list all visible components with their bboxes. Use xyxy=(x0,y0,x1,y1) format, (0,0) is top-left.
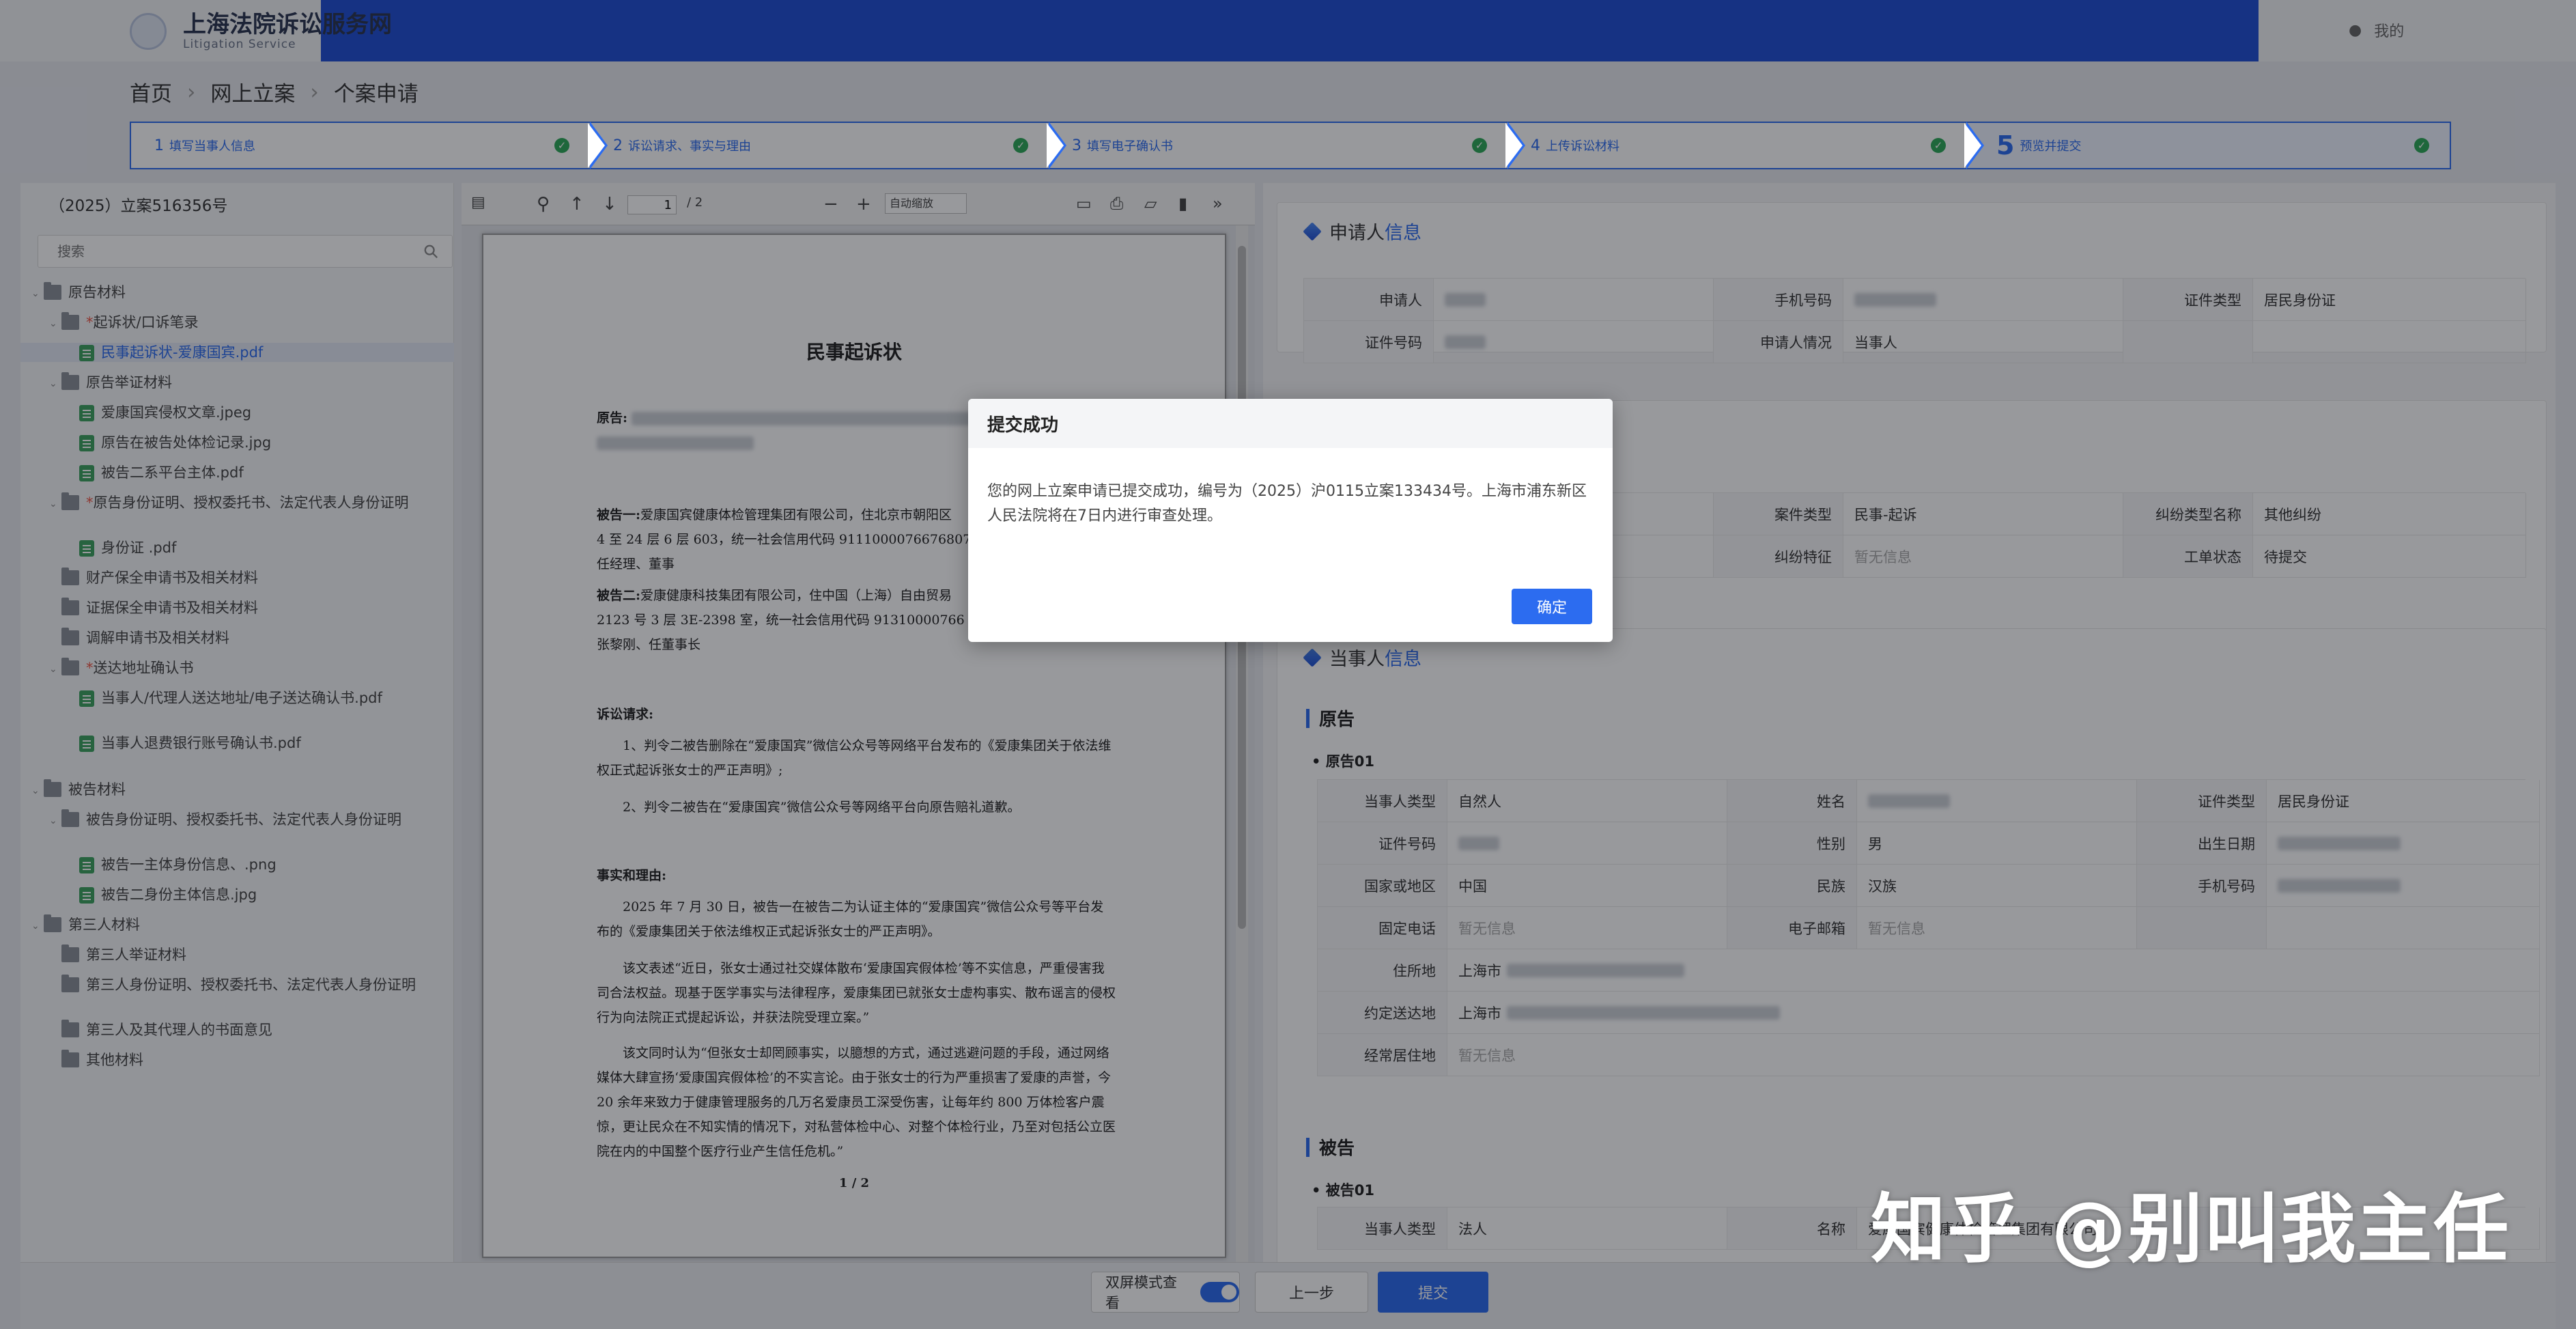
dialog-title: 提交成功 xyxy=(968,399,1613,448)
watermark: 知乎 @别叫我主任 xyxy=(1871,1186,2510,1273)
step-arrow-icon xyxy=(1047,122,1066,169)
confirm-button[interactable]: 确定 xyxy=(1512,589,1592,624)
step-arrow-icon xyxy=(1964,122,1984,169)
step-arrow-icon xyxy=(1505,122,1525,169)
modal-backdrop[interactable] xyxy=(0,0,2576,1329)
step-arrow-icon xyxy=(588,122,608,169)
dialog-message: 您的网上立案申请已提交成功，编号为（2025）沪0115立案133434号。上海… xyxy=(987,483,1587,524)
submit-success-dialog: 提交成功 您的网上立案申请已提交成功，编号为（2025）沪0115立案13343… xyxy=(968,399,1613,642)
